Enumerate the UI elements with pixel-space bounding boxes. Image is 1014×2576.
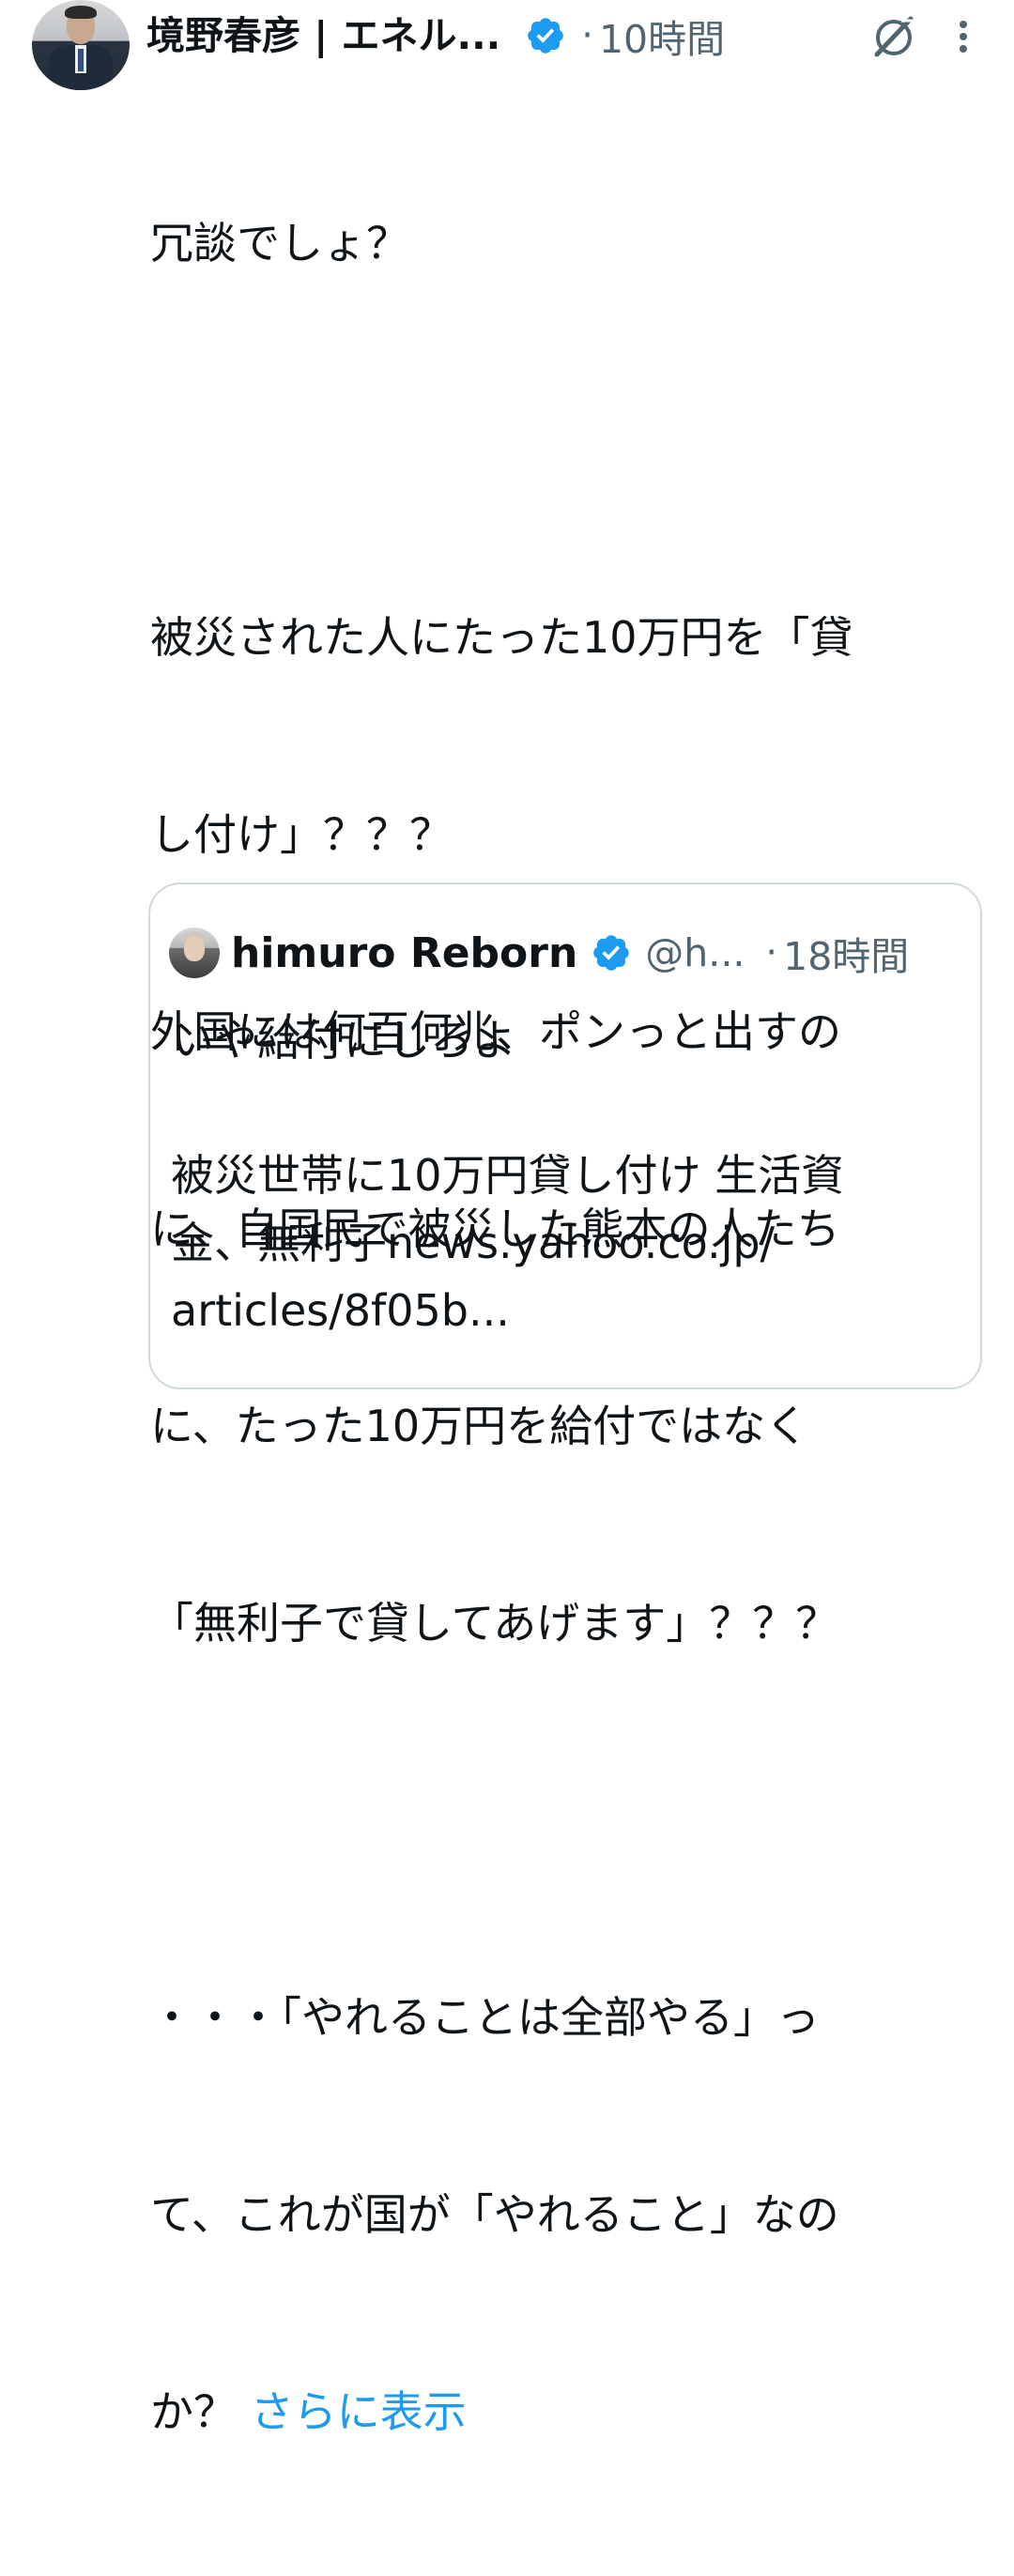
tweet-text-line: 冗談でしょ？: [150, 218, 409, 268]
verified-badge-icon: [528, 18, 564, 54]
quoted-author-handle[interactable]: @h...: [645, 930, 745, 975]
quoted-post-time[interactable]: 18時間: [783, 925, 909, 981]
quoted-text-line: articles/8f05b...: [171, 1285, 510, 1336]
tweet-text-tail: か？: [150, 2386, 251, 2437]
tweet-text-line: て、これが国が「やれること」なの: [150, 2189, 839, 2240]
tweet-header: 境野春彦 | エネル... · 10時間: [146, 0, 991, 71]
quoted-tweet-card[interactable]: himuro Reborn @h... · 18時間 いや給付にしろよ 被災世帯…: [148, 882, 982, 1389]
quoted-author-name[interactable]: himuro Reborn: [231, 929, 577, 977]
tweet-text-line: [150, 407, 958, 473]
tweet-text-line: 被災された人にたった10万円を「貸: [150, 612, 853, 663]
author-avatar[interactable]: [32, 0, 130, 90]
tweet-text-line: し付け」？？？: [150, 809, 453, 860]
header-separator: ·: [581, 14, 593, 57]
quoted-text-line: いや給付にしろよ: [171, 1015, 516, 1066]
post-time[interactable]: 10時間: [599, 8, 725, 64]
author-name[interactable]: 境野春彦 | エネル...: [146, 0, 500, 71]
quoted-text-line: [171, 1074, 960, 1142]
tweet-text-line: に、たった10万円を給付ではなく: [150, 1401, 809, 1451]
quoted-header-separator: ·: [765, 931, 778, 974]
quoted-text-line: 金、無利子news.yahoo.co.jp/: [171, 1218, 776, 1268]
quoted-text-line: 被災世帯に10万円貸し付け 生活資: [171, 1150, 845, 1201]
verified-badge-icon: [593, 935, 630, 971]
grok-icon[interactable]: [868, 11, 920, 60]
tweet-text-line: [150, 1787, 958, 1853]
tweet-text-line: ・・・「やれることは全部やる」っ: [150, 1992, 820, 2043]
tweet[interactable]: 境野春彦 | エネル... · 10時間 冗談でしょ？ 被災された人にたった10…: [0, 0, 1014, 2437]
quoted-author-avatar[interactable]: [169, 928, 220, 978]
show-more-link[interactable]: さらに表示: [251, 2386, 467, 2437]
quoted-tweet-text: いや給付にしろよ 被災世帯に10万円貸し付け 生活資 金、無利子news.yah…: [171, 1006, 960, 1344]
quoted-tweet-header: himuro Reborn @h... · 18時間: [231, 922, 909, 984]
more-vertical-icon[interactable]: [950, 11, 976, 60]
tweet-text-line: 「無利子で貸してあげます」？？？: [150, 1598, 839, 1648]
tweet-text-last-line: か？ さらに表示: [150, 2379, 958, 2445]
